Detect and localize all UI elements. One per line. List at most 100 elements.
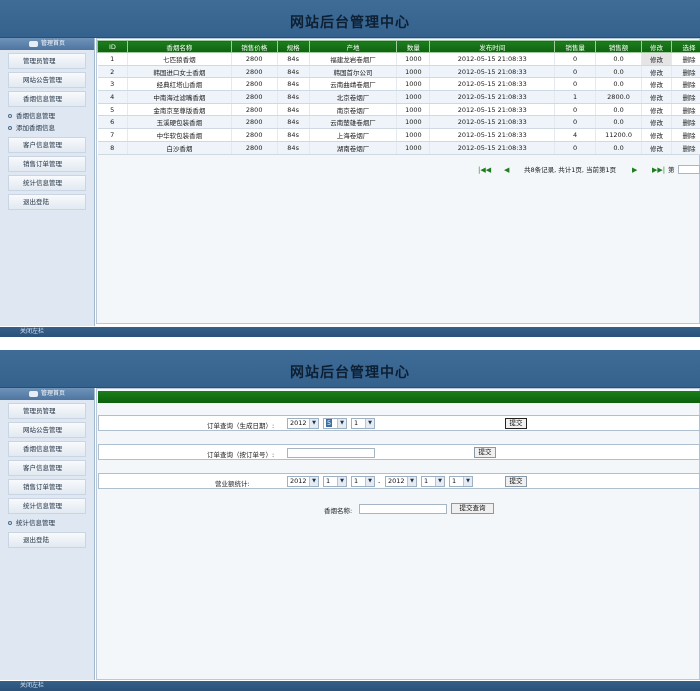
menu-orders[interactable]: 销售订单管理 [8, 156, 86, 172]
submit-date-button[interactable]: 提交 [505, 418, 527, 429]
to-year-select[interactable]: 2012 ▼ [385, 476, 417, 487]
screenshot-list: 网站后台管理中心 管理首页 管理员管理 网站公告管理 香烟信息管理 香烟信息管理… [0, 0, 700, 337]
pager: |◀◀ ◀ 共8条记录, 共计1页, 当前第1页 ▶ ▶▶| 第 [470, 164, 700, 176]
delete-link[interactable]: 删除 [671, 103, 700, 117]
query-by-date: 订单查询（生成日期）: 2012 ▼ 5 ▼ 1 ▼ 提交 [98, 415, 700, 431]
collapse-sidebar-link[interactable]: 关闭左栏 [20, 682, 44, 689]
cell-id: 5 [97, 103, 128, 117]
to-month-select[interactable]: 1 ▼ [421, 476, 445, 487]
edit-link[interactable]: 修改 [641, 90, 672, 104]
cell-name: 中南海过滤嘴香烟 [127, 90, 232, 104]
submit-query-button[interactable]: 提交查询 [451, 503, 494, 514]
submenu-cigarette-add[interactable]: 添加香烟信息 [0, 122, 94, 134]
cell-name: 中华软包装香烟 [127, 128, 232, 142]
delete-link[interactable]: 删除 [671, 141, 700, 155]
col-sales: 销售量 [554, 40, 597, 53]
cell-time: 2012-05-15 21:08:33 [429, 90, 556, 104]
chevron-down-icon: ▼ [337, 419, 346, 428]
chevron-down-icon: ▼ [407, 477, 416, 486]
prev-page-icon[interactable]: ◀ [504, 164, 509, 176]
cell-time: 2012-05-15 21:08:33 [429, 115, 556, 130]
month-select[interactable]: 5 ▼ [323, 418, 347, 429]
from-month-select[interactable]: 1 ▼ [323, 476, 347, 487]
menu-notice[interactable]: 网站公告管理 [8, 72, 86, 88]
cell-price: 2800 [231, 103, 278, 117]
menu-logout[interactable]: 退出登陆 [8, 194, 86, 210]
menu-admin[interactable]: 管理员管理 [8, 53, 86, 69]
cell-spec: 84s [277, 103, 310, 117]
cell-origin: 北京卷烟厂 [309, 90, 398, 104]
header: 网站后台管理中心 [0, 350, 700, 388]
delete-link[interactable]: 删除 [671, 65, 700, 79]
cell-id: 2 [97, 65, 128, 79]
cell-price: 2800 [231, 128, 278, 142]
submenu-cigarette-manage[interactable]: 香烟信息管理 [0, 110, 94, 122]
delete-link[interactable]: 删除 [671, 128, 700, 142]
table-row: 3 经典红塔山香烟 2800 84s 云南曲靖卷烟厂 1000 2012-05-15 21:… [97, 77, 700, 92]
cell-sales: 0 [554, 77, 597, 92]
cell-sales: 0 [554, 103, 597, 117]
menu-admin[interactable]: 管理员管理 [8, 403, 86, 419]
screenshot-stats: 网站后台管理中心 管理首页 管理员管理 网站公告管理 香烟信息管理 客户信息管理… [0, 350, 700, 691]
cigarette-name-input[interactable] [359, 504, 447, 514]
cell-spec: 84s [277, 65, 310, 79]
revenue-label: 营业额统计: [215, 480, 250, 488]
year-select[interactable]: 2012 ▼ [287, 418, 319, 429]
cell-spec: 84s [277, 115, 310, 130]
app-title: 网站后台管理中心 [290, 15, 410, 31]
last-page-icon[interactable]: ▶▶| [652, 164, 665, 176]
from-day-select[interactable]: 1 ▼ [351, 476, 375, 487]
table-row: 6 玉溪硬包装香烟 2800 84s 云南楚雄卷烟厂 1000 2012-05-15 21:… [97, 115, 700, 130]
delete-link[interactable]: 删除 [671, 90, 700, 104]
delete-link[interactable]: 删除 [671, 77, 700, 92]
edit-link[interactable]: 修改 [641, 77, 672, 92]
pager-info: 共8条记录, 共计1页, 当前第1页 [524, 166, 617, 174]
menu-stats[interactable]: 统计信息管理 [8, 498, 86, 514]
menu-logout[interactable]: 退出登陆 [8, 532, 86, 548]
menu-cigarette[interactable]: 香烟信息管理 [8, 441, 86, 457]
edit-link[interactable]: 修改 [641, 141, 672, 155]
cigarette-table: ID 香烟名称 销售价格 规格 产地 数量 发布时间 销售量 销售额 修改 选择… [97, 40, 700, 155]
menu-orders[interactable]: 销售订单管理 [8, 479, 86, 495]
chevron-down-icon: ▼ [463, 477, 472, 486]
from-year-select[interactable]: 2012 ▼ [287, 476, 319, 487]
menu-notice[interactable]: 网站公告管理 [8, 422, 86, 438]
collapse-sidebar-link[interactable]: 关闭左栏 [20, 328, 44, 335]
home-icon [28, 390, 38, 397]
cell-revenue: 11200.0 [595, 128, 643, 142]
chevron-down-icon: ▼ [435, 477, 444, 486]
edit-link[interactable]: 修改 [641, 65, 672, 79]
cell-name: 韩国进口女士香烟 [127, 65, 232, 79]
submenu-stats-manage[interactable]: 统计信息管理 [0, 517, 94, 529]
sidebar-home[interactable]: 管理首页 [0, 388, 94, 400]
menu-customer[interactable]: 客户信息管理 [8, 460, 86, 476]
edit-link[interactable]: 修改 [641, 128, 672, 142]
table-header-row: ID 香烟名称 销售价格 规格 产地 数量 发布时间 销售量 销售额 修改 选择 [97, 40, 700, 53]
cell-origin: 福建龙岩卷烟厂 [309, 52, 398, 66]
bullet-icon [8, 114, 12, 118]
to-day-select[interactable]: 1 ▼ [449, 476, 473, 487]
next-page-icon[interactable]: ▶ [632, 164, 637, 176]
menu-stats[interactable]: 统计信息管理 [8, 175, 86, 191]
menu-cigarette[interactable]: 香烟信息管理 [8, 91, 86, 107]
edit-link[interactable]: 修改 [641, 103, 672, 117]
cell-origin: 上海卷烟厂 [309, 128, 398, 142]
edit-link[interactable]: 修改 [641, 115, 672, 130]
page-input[interactable] [678, 165, 700, 174]
cell-name: 七匹狼香烟 [127, 52, 232, 66]
delete-link[interactable]: 删除 [671, 52, 700, 66]
submit-revenue-button[interactable]: 提交 [505, 476, 527, 487]
delete-link[interactable]: 删除 [671, 115, 700, 130]
submit-number-button[interactable]: 提交 [474, 447, 496, 458]
order-number-input[interactable] [287, 448, 375, 458]
range-separator: - [378, 478, 381, 486]
day-select[interactable]: 1 ▼ [351, 418, 375, 429]
separator [0, 337, 700, 350]
cell-qty: 1000 [396, 141, 431, 155]
sidebar-home[interactable]: 管理首页 [0, 38, 94, 50]
cell-origin: 韩国首尔公司 [309, 65, 398, 79]
menu-customer[interactable]: 客户信息管理 [8, 137, 86, 153]
cell-id: 1 [97, 52, 128, 66]
first-page-icon[interactable]: |◀◀ [478, 164, 491, 176]
edit-link[interactable]: 修改 [641, 52, 672, 66]
